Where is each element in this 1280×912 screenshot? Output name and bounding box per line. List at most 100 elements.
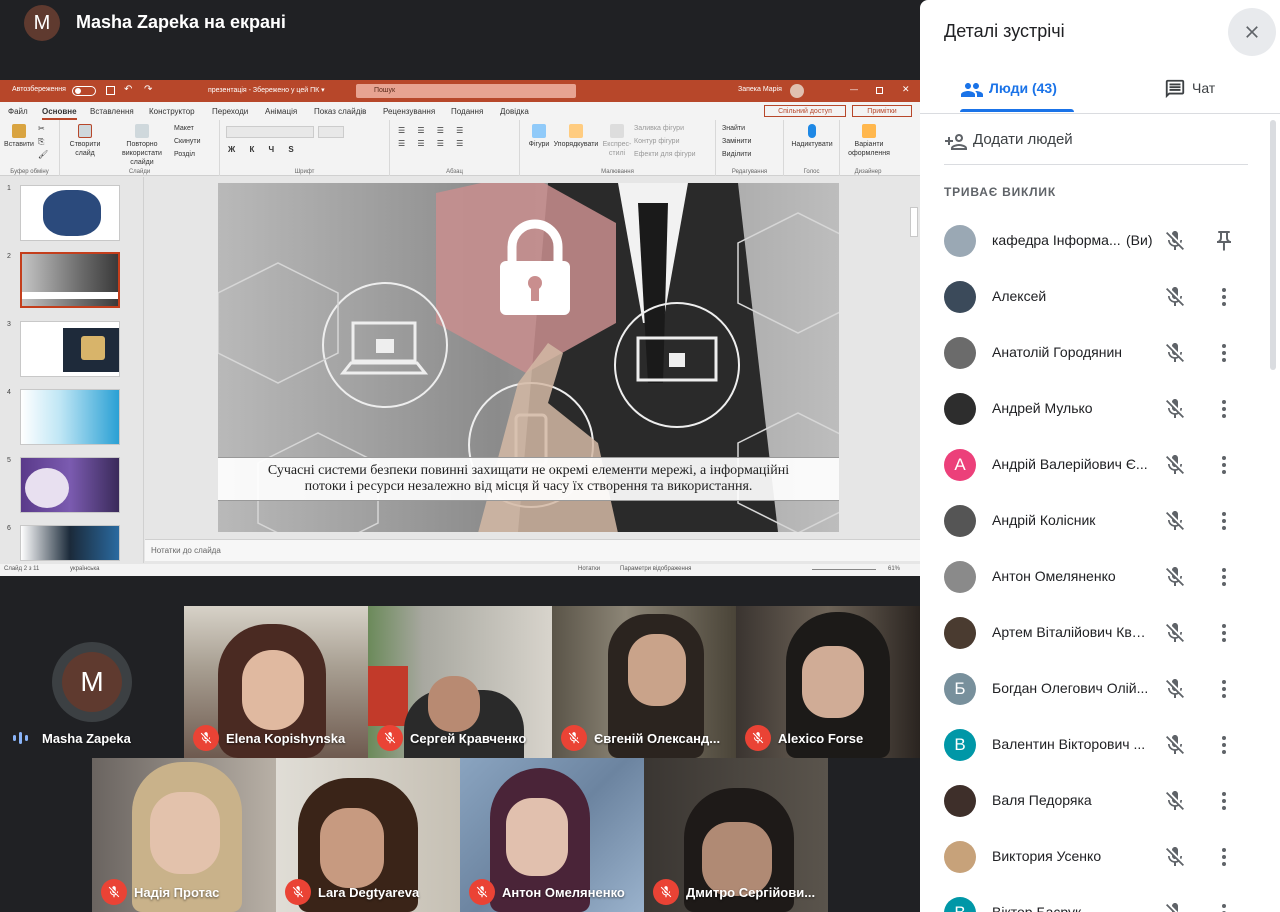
designer-group-label: Дизайнер — [854, 169, 882, 175]
participant-tile[interactable]: Сергей Кравченко — [368, 606, 552, 758]
slides-group-label: Слайди — [128, 169, 151, 175]
close-panel-button[interactable] — [1228, 8, 1276, 56]
tab-people-label: Люди (43) — [989, 80, 1057, 96]
mic-off-icon — [1163, 229, 1187, 253]
more-options-icon[interactable] — [1212, 341, 1236, 365]
participant-name: Виктория Усенко — [992, 848, 1102, 864]
more-options-icon[interactable] — [1212, 677, 1236, 701]
mic-off-icon — [653, 879, 679, 905]
participant-row[interactable]: кафедра Інформа... (Ви) — [944, 213, 1264, 269]
participant-row[interactable]: А Андрій Валерійович Є... — [944, 437, 1264, 493]
tab-people[interactable]: Люди (43) — [944, 68, 1074, 112]
menu-transitions: Переходи — [212, 107, 249, 116]
participant-tile[interactable]: Антон Омеляненко — [460, 758, 644, 912]
participant-row[interactable]: Анатолій Городянин — [944, 325, 1264, 381]
participant-name: Андрій Колісник — [992, 512, 1096, 528]
designer-ideas-label: Варіанти оформлення — [848, 141, 890, 157]
participant-row[interactable]: Антон Омеляненко — [944, 549, 1264, 605]
shapes-label: Фігури — [528, 141, 550, 148]
participant-row[interactable]: Андрей Мулько — [944, 381, 1264, 437]
add-people-divider — [944, 164, 1248, 165]
font-format-buttons: Ж К Ч S — [228, 145, 300, 154]
paragraph-buttons: ☰ ☰ ☰ ☰ ☰ ☰ ☰ ☰ — [398, 126, 469, 148]
more-options-icon[interactable] — [1212, 901, 1236, 912]
autosave-label: Автозбереження — [12, 86, 66, 93]
participant-row[interactable]: Артем Віталійович Ква... — [944, 605, 1264, 661]
editor-vertical-scrollbar — [910, 207, 918, 237]
participant-name: Алексей — [992, 288, 1047, 304]
participant-row[interactable]: В Валентин Вікторович ... — [944, 717, 1264, 773]
ppt-share-button: Спільний доступ — [764, 105, 846, 117]
shapes-icon — [532, 124, 546, 138]
ribbon-paragraph: ☰ ☰ ☰ ☰ ☰ ☰ ☰ ☰ Абзац — [390, 120, 520, 176]
participant-tile[interactable]: Elena Kopishynska — [184, 606, 368, 758]
presenter-bar: M Masha Zapeka на екрані — [0, 0, 920, 80]
undo-icon: ↶ — [124, 84, 133, 95]
zoom-slider — [812, 569, 876, 570]
participant-avatar — [944, 505, 976, 537]
ribbon-designer: Варіанти оформлення Дизайнер — [840, 120, 896, 176]
participant-avatar: M — [62, 652, 122, 712]
participant-row[interactable]: В Віктор Басрук — [944, 885, 1264, 912]
participant-row[interactable]: Б Богдан Олегович Олій... — [944, 661, 1264, 717]
more-options-icon[interactable] — [1212, 845, 1236, 869]
participant-row[interactable]: Андрій Колісник — [944, 493, 1264, 549]
participant-avatar — [944, 617, 976, 649]
slide-thumbnail-4 — [20, 389, 120, 445]
participant-tile[interactable]: Alexico Forse — [736, 606, 920, 758]
participant-row[interactable]: Алексей — [944, 269, 1264, 325]
shape-outline-button: Контур фігури — [634, 138, 680, 145]
notes-placeholder: Нотатки до слайда — [151, 546, 221, 555]
panel-title: Деталі зустрічі — [944, 21, 1065, 41]
participant-name: Анатолій Городянин — [992, 344, 1122, 360]
drawing-group-label: Малювання — [601, 169, 634, 175]
thumb-number: 5 — [7, 457, 11, 464]
panel-scrollbar[interactable] — [1270, 120, 1276, 370]
select-button: Виділити — [722, 151, 752, 158]
pin-icon[interactable] — [1212, 229, 1236, 253]
font-size-box — [318, 126, 344, 138]
more-options-icon[interactable] — [1212, 453, 1236, 477]
more-options-icon[interactable] — [1212, 509, 1236, 533]
more-options-icon[interactable] — [1212, 397, 1236, 421]
paste-label: Вставити — [4, 141, 34, 148]
participant-name: Сергей Кравченко — [410, 731, 527, 746]
find-button: Знайти — [722, 125, 746, 132]
dictate-label: Надиктувати — [791, 141, 833, 148]
reuse-slides-icon — [135, 124, 149, 138]
close-icon — [1246, 26, 1258, 38]
notes-pane: Нотатки до слайда — [145, 539, 920, 561]
font-group-label: Шрифт — [294, 169, 315, 175]
tab-chat[interactable]: Чат — [1164, 68, 1244, 112]
participant-row[interactable]: Виктория Усенко — [944, 829, 1264, 885]
shared-screen-powerpoint[interactable]: Автозбереження ↶ ↷ презентація - Збереже… — [0, 80, 920, 576]
participant-tile[interactable]: Lara Degtyareva — [276, 758, 460, 912]
mic-off-icon — [1163, 285, 1187, 309]
mic-off-icon — [469, 879, 495, 905]
more-options-icon[interactable] — [1212, 733, 1236, 757]
participant-tile[interactable]: M Masha Zapeka — [0, 606, 184, 758]
participant-avatar — [944, 337, 976, 369]
add-people-button[interactable]: Додати людей — [944, 124, 1248, 160]
status-notes: Нотатки — [578, 566, 601, 572]
thumb-number: 6 — [7, 525, 11, 532]
participant-tile[interactable]: Дмитро Сергійови... — [644, 758, 828, 912]
participant-tile[interactable]: Надія Протас — [92, 758, 276, 912]
participant-row[interactable]: Валя Педоряка — [944, 773, 1264, 829]
ppt-body: 1 2 3 4 5 6 Сучасні системи безпеки пови… — [0, 177, 920, 563]
ribbon-font: Ж К Ч S Шрифт — [220, 120, 390, 176]
menu-design: Конструктор — [149, 107, 195, 116]
more-options-icon[interactable] — [1212, 565, 1236, 589]
microphone-icon — [808, 124, 816, 138]
mic-off-icon — [101, 879, 127, 905]
more-options-icon[interactable] — [1212, 285, 1236, 309]
participant-tile[interactable]: Євгеній Олександ... — [552, 606, 736, 758]
meeting-details-panel: Деталі зустрічі Люди (43) Чат Додати люд… — [920, 0, 1280, 912]
tab-chat-label: Чат — [1192, 80, 1216, 96]
replace-button: Замінити — [722, 138, 752, 145]
thumb-number: 3 — [7, 321, 11, 328]
more-options-icon[interactable] — [1212, 789, 1236, 813]
more-options-icon[interactable] — [1212, 621, 1236, 645]
participant-name: Alexico Forse — [778, 731, 864, 746]
font-name-box — [226, 126, 314, 138]
